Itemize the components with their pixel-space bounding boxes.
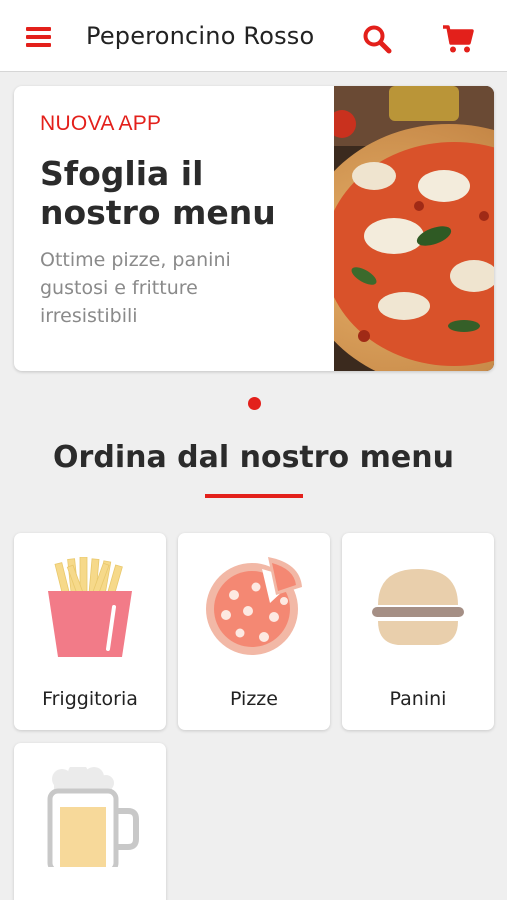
promo-tag: NUOVA APP [40, 112, 162, 135]
pizza-photo [334, 86, 494, 371]
category-label: Friggitoria [42, 688, 138, 710]
category-label: Panini [389, 688, 447, 710]
category-card-friggitoria[interactable]: Friggitoria [14, 533, 166, 730]
app-header: Peperoncino Rosso [0, 0, 507, 72]
category-card-pizze[interactable]: Pizze [178, 533, 330, 730]
promo-subtitle: Ottime pizze, panini gustosi e fritture … [40, 249, 231, 327]
section-underline [205, 494, 303, 498]
beer-icon [47, 767, 139, 867]
hamburger-menu-icon[interactable] [26, 26, 52, 48]
carousel-indicator-dot[interactable] [248, 397, 261, 410]
search-icon[interactable] [362, 24, 392, 54]
pizza-icon [206, 557, 302, 655]
cart-icon[interactable] [442, 24, 474, 54]
category-card-birre[interactable] [14, 743, 166, 900]
category-card-panini[interactable]: Panini [342, 533, 494, 730]
category-label: Pizze [230, 688, 278, 710]
fries-icon [48, 557, 132, 657]
section-title: Ordina dal nostro menu [53, 440, 454, 475]
promo-title: Sfoglia il nostro menu [40, 154, 276, 232]
burger-icon [372, 569, 464, 645]
app-title: Peperoncino Rosso [86, 22, 315, 50]
promo-banner[interactable]: NUOVA APP Sfoglia il nostro menu Ottime … [14, 86, 494, 371]
